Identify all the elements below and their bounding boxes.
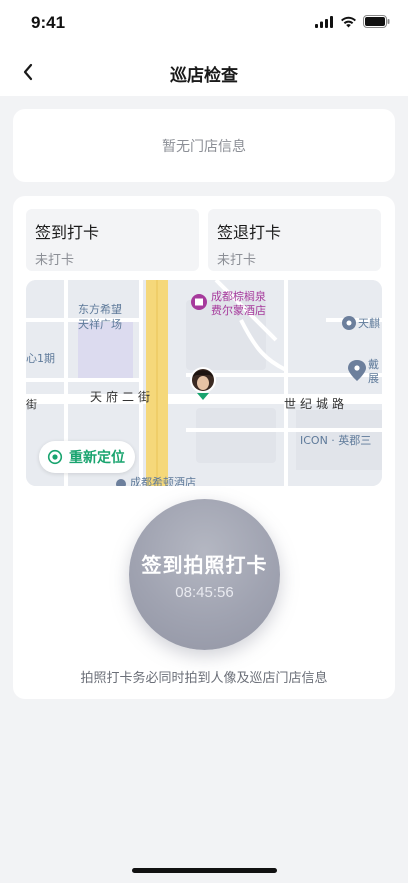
map-label-century-road: 世纪城路	[284, 396, 348, 411]
map-label-zhan: 展	[368, 372, 379, 385]
map-pin-icon	[342, 316, 356, 330]
status-bar: 9:41	[0, 0, 408, 48]
photo-check-in-label: 签到拍照打卡	[141, 552, 268, 577]
cellular-signal-icon	[315, 15, 333, 28]
map-label-tianfu-second: 天府二街	[90, 389, 154, 404]
map-label-tianqi: 天麒	[358, 316, 380, 330]
status-icons	[315, 15, 390, 28]
check-out-title: 签退打卡	[217, 223, 282, 242]
check-in-title: 签到打卡	[35, 223, 100, 242]
battery-icon	[363, 15, 390, 28]
hotel-poi-icon	[191, 294, 207, 310]
current-time: 08:45:56	[175, 583, 234, 601]
map-label-dai: 戴	[368, 357, 379, 371]
store-info-card: 暂无门店信息	[13, 109, 395, 182]
relocate-button[interactable]: 重新定位	[39, 441, 135, 473]
map-label-hotel-1: 成都棕榈泉	[211, 289, 266, 303]
relocate-label: 重新定位	[69, 450, 125, 466]
map-label-tianxiang: 天祥广场	[78, 317, 122, 331]
map-label-bottom-hotel: 成都希顿酒店	[130, 475, 196, 486]
photo-check-in-button[interactable]: 签到拍照打卡 08:45:56	[129, 499, 280, 650]
photo-hint-text: 拍照打卡务必同时拍到人像及巡店门店信息	[80, 671, 328, 686]
map-label-icon-yingdu: ICON · 英郡三	[300, 433, 371, 447]
check-in-status-box: 签到打卡 未打卡	[26, 209, 199, 271]
nav-bar: 巡店检查	[0, 48, 408, 96]
map-label-dongfang: 东方希望	[78, 302, 122, 316]
check-card: 签到打卡 未打卡 签退打卡 未打卡 东方希望 天祥广场 成都棕榈泉 费尔蒙酒店 …	[13, 196, 395, 699]
screen: 9:41 巡店检查 暂无门店信息 签到打卡 未打卡 签退打卡 未打卡 东方希望 …	[0, 0, 408, 883]
store-info-empty-text: 暂无门店信息	[162, 138, 246, 155]
page-title: 巡店检查	[170, 66, 238, 86]
locate-target-icon	[47, 449, 63, 465]
map-label-jie: 街	[26, 397, 37, 411]
wifi-icon	[341, 16, 356, 27]
check-in-status: 未打卡	[35, 253, 75, 268]
map-label-center: 心1期	[26, 352, 55, 365]
status-time: 9:41	[31, 13, 66, 32]
map-block	[196, 408, 276, 463]
home-indicator[interactable]	[132, 868, 277, 873]
map-label-hotel-2: 费尔蒙酒店	[211, 303, 266, 317]
check-out-status-box: 签退打卡 未打卡	[208, 209, 381, 271]
check-out-status: 未打卡	[217, 253, 257, 268]
